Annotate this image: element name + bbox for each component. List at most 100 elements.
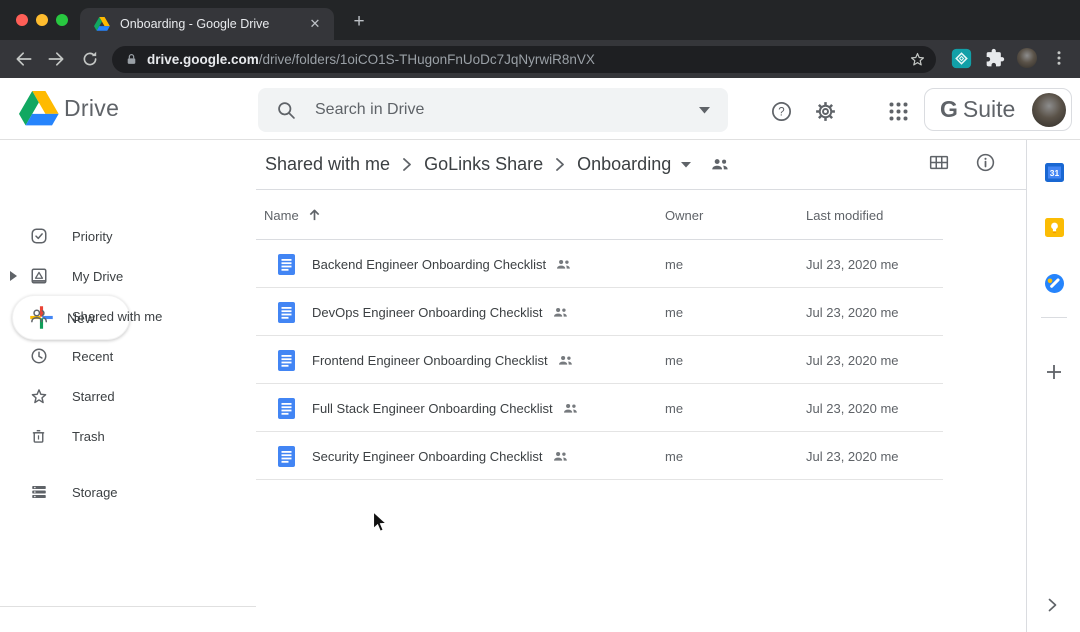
keep-icon [1045,218,1064,237]
tasks-button[interactable] [1044,273,1064,293]
gsuite-logo: G [940,96,958,123]
rightbar-divider [1041,317,1067,318]
table-row[interactable]: Frontend Engineer Onboarding Checklist m… [256,336,943,384]
browser-tab[interactable]: Onboarding - Google Drive ✕ [80,8,334,40]
folder-menu-caret-icon[interactable] [681,162,691,168]
sidebar-item-trash[interactable]: Trash [0,416,256,456]
table-row[interactable]: Backend Engineer Onboarding Checklist me… [256,240,943,288]
svg-text:?: ? [778,106,784,118]
drive-logo-icon[interactable] [19,91,59,126]
right-sidebar: 31 [1026,140,1080,632]
browser-tabstrip: Onboarding - Google Drive ✕ + [0,0,1080,40]
people-icon [556,259,571,270]
storage-icon [30,483,48,501]
keep-button[interactable] [1044,217,1064,237]
menu-dots-icon [1050,48,1068,68]
extension-teal-button[interactable] [951,48,972,74]
get-addons-button[interactable] [1044,362,1064,382]
file-modified: Jul 23, 2020 me [806,432,899,480]
docs-file-icon [278,302,295,323]
puzzle-icon [985,48,1005,68]
forward-button[interactable] [45,48,67,70]
tab-title: Onboarding - Google Drive [120,17,306,31]
people-icon [553,451,568,462]
column-header-modified[interactable]: Last modified [806,190,883,240]
breadcrumb-shared-with-me[interactable]: Shared with me [265,154,390,175]
main-content: Shared with me GoLinks Share Onboarding [256,140,1026,632]
gear-icon [814,100,837,123]
settings-button[interactable] [813,99,837,123]
search-input[interactable] [315,101,699,119]
google-apps-button[interactable] [886,99,910,123]
sidebar-item-starred[interactable]: Starred [0,376,256,416]
sidebar-item-storage[interactable]: Storage [0,472,256,512]
sidebar-item-shared-with-me[interactable]: Shared with me [0,296,256,336]
minimize-window-button[interactable] [36,14,48,26]
docs-file-icon [278,254,295,275]
info-button[interactable] [975,152,996,178]
app-name: Drive [64,95,119,122]
grid-view-button[interactable] [929,154,949,176]
table-row[interactable]: Security Engineer Onboarding Checklist m… [256,432,943,480]
calendar-icon: 31 [1045,163,1064,182]
people-icon [563,403,578,414]
bookmark-star-icon [909,51,926,68]
lock-icon [125,52,138,67]
table-row[interactable]: DevOps Engineer Onboarding Checklist me … [256,288,943,336]
column-header-name[interactable]: Name [264,190,321,240]
apps-grid-icon [889,102,908,121]
refresh-icon [81,50,99,68]
priority-icon [30,227,48,245]
hide-panel-button[interactable] [1042,595,1062,615]
new-tab-button[interactable]: + [346,10,372,36]
calendar-button[interactable]: 31 [1044,162,1064,182]
trash-icon [30,427,48,445]
chevron-right-icon [556,158,564,171]
help-button[interactable]: ? [769,99,793,123]
people-icon [553,307,568,318]
extension-teal-icon [951,48,972,69]
fullscreen-window-button[interactable] [56,14,68,26]
account-avatar[interactable] [1032,93,1066,127]
breadcrumb-golinks-share[interactable]: GoLinks Share [424,154,543,175]
sidebar-divider [0,606,256,607]
sidebar-item-priority[interactable]: Priority [0,216,256,256]
tab-close-button[interactable]: ✕ [306,15,324,33]
refresh-button[interactable] [79,48,101,70]
file-name: Security Engineer Onboarding Checklist [312,449,543,464]
breadcrumb-onboarding[interactable]: Onboarding [577,154,671,175]
table-header: Name Owner Last modified [256,190,943,240]
table-row[interactable]: Full Stack Engineer Onboarding Checklist… [256,384,943,432]
starred-icon [30,387,48,405]
back-button[interactable] [13,48,35,70]
left-sidebar: New Priority My Drive Shared with me [0,140,256,632]
plus-icon [1046,364,1062,380]
recent-icon [30,347,48,365]
account-chip[interactable]: G Suite [924,88,1072,131]
browser-profile-avatar[interactable] [1017,48,1037,68]
search-bar[interactable] [258,88,728,132]
browser-menu-button[interactable] [1050,48,1068,73]
sidebar-item-my-drive[interactable]: My Drive [0,256,256,296]
file-modified: Jul 23, 2020 me [806,288,899,336]
file-owner: me [665,240,683,288]
search-options-caret-icon[interactable] [699,107,710,114]
file-modified: Jul 23, 2020 me [806,240,899,288]
file-owner: me [665,288,683,336]
close-window-button[interactable] [16,14,28,26]
shared-with-me-icon [30,307,48,325]
folder-shared-people-icon [711,158,729,171]
docs-file-icon [278,350,295,371]
sidebar-item-recent[interactable]: Recent [0,336,256,376]
docs-file-icon [278,398,295,419]
address-bar[interactable]: drive.google.com/drive/folders/1oiCO1S-T… [112,46,936,73]
file-name: Full Stack Engineer Onboarding Checklist [312,401,553,416]
sort-up-icon[interactable] [308,208,321,222]
bookmark-button[interactable] [909,51,926,68]
file-name: DevOps Engineer Onboarding Checklist [312,305,543,320]
chevron-right-icon [403,158,411,171]
expand-caret-icon[interactable] [10,271,20,281]
column-header-owner[interactable]: Owner [665,190,703,240]
extensions-button[interactable] [985,48,1005,73]
file-name: Frontend Engineer Onboarding Checklist [312,353,548,368]
